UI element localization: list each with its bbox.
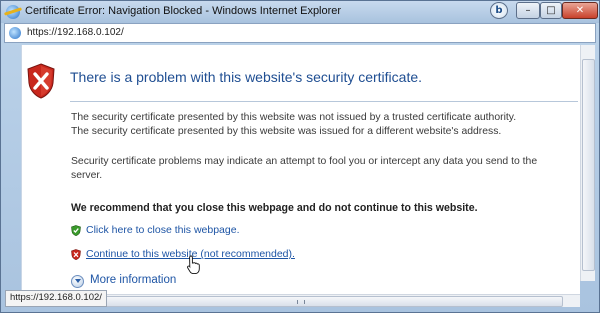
error-page: There is a problem with this website's s…: [21, 45, 580, 294]
paragraph-address-mismatch: The security certificate presented by th…: [71, 126, 502, 137]
window-title: Certificate Error: Navigation Blocked - …: [25, 5, 342, 17]
shield-green-icon: [71, 225, 81, 236]
shield-error-icon: [27, 63, 55, 99]
heading-divider: [70, 101, 578, 102]
vertical-scroll-thumb[interactable]: [582, 59, 595, 271]
expand-circle-icon[interactable]: [71, 275, 84, 288]
more-information-link[interactable]: More information: [90, 274, 176, 286]
status-bar-url: https://192.168.0.102/: [5, 290, 107, 307]
close-button[interactable]: ✕: [562, 2, 598, 19]
scroll-grip: [297, 300, 305, 304]
address-url[interactable]: https://192.168.0.102/: [27, 27, 124, 38]
maximize-button[interactable]: □: [540, 2, 562, 19]
close-webpage-link[interactable]: Click here to close this webpage.: [86, 224, 240, 236]
vertical-scrollbar[interactable]: [580, 45, 595, 281]
ie-icon: [9, 27, 21, 39]
shield-red-icon: [71, 249, 81, 260]
recommendation-text: We recommend that you close this webpage…: [71, 202, 478, 214]
bing-button[interactable]: b: [490, 2, 508, 19]
browser-window: Certificate Error: Navigation Blocked - …: [0, 0, 600, 313]
paragraph-security-warning: Security certificate problems may indica…: [71, 156, 538, 181]
page-heading: There is a problem with this website's s…: [70, 69, 423, 85]
hand-cursor-icon: [187, 255, 200, 275]
minimize-button[interactable]: –: [516, 2, 540, 19]
address-bar[interactable]: https://192.168.0.102/: [4, 23, 596, 43]
paragraph-untrusted-authority: The security certificate presented by th…: [71, 112, 517, 123]
horizontal-scroll-thumb[interactable]: [33, 296, 563, 307]
title-bar: Certificate Error: Navigation Blocked - …: [1, 1, 599, 23]
ie-app-icon: [6, 5, 20, 19]
